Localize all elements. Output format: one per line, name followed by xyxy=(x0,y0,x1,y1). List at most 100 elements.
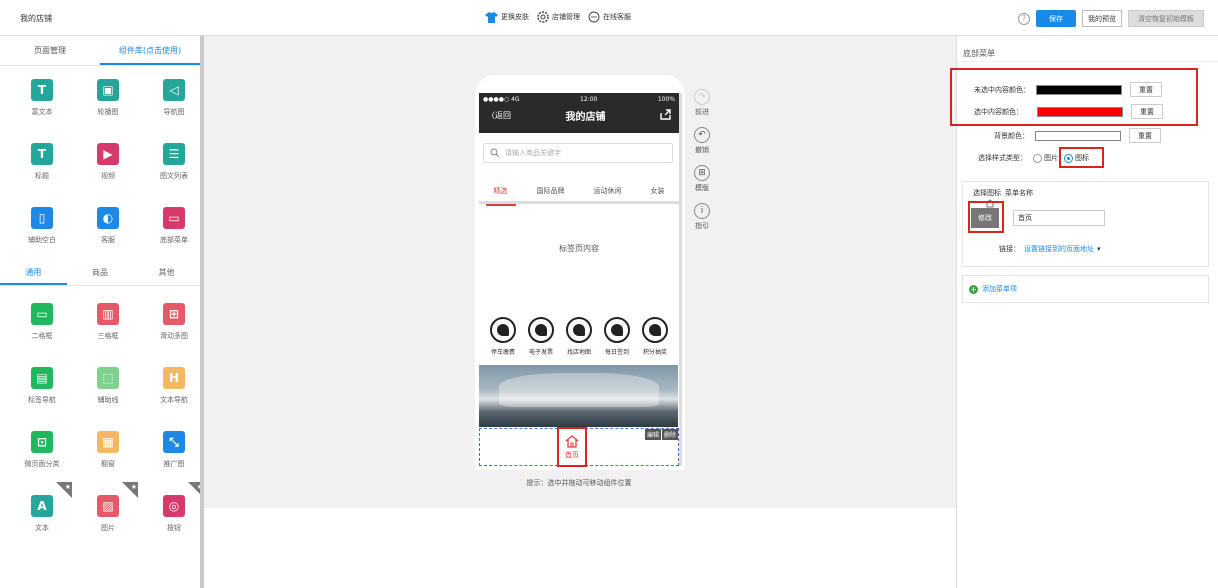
component-icon: ◎ xyxy=(163,495,185,517)
component-icon: ▯ xyxy=(31,207,53,229)
common-component-item[interactable]: ⊞ 滑动多图 xyxy=(142,290,200,354)
common-component-item[interactable]: ▥ 三格框 xyxy=(76,290,140,354)
chat-icon xyxy=(588,11,600,23)
phone-icon-nav: 停车缴费 电子发票 找店地图 每日签到 积分抽奖 xyxy=(484,317,674,356)
component-item[interactable]: ☰ 图文列表 xyxy=(142,130,200,194)
common-component-item[interactable]: ▦ 橱窗 xyxy=(76,418,140,482)
undo-button[interactable]: ↶ 撤销 xyxy=(694,127,710,155)
battery-text: 100% xyxy=(657,96,675,103)
tab-component-library[interactable]: 组件库(点击使用) xyxy=(100,36,200,65)
phone-search-input[interactable]: 请输入商品关键字 xyxy=(483,143,673,163)
template-label: 模版 xyxy=(695,184,709,192)
template-button[interactable]: ⊞ 模版 xyxy=(694,165,710,193)
undo-icon: ↶ xyxy=(694,127,710,143)
change-skin-button[interactable]: 更换皮肤 xyxy=(485,11,529,23)
component-icon: ▭ xyxy=(163,207,185,229)
share-icon[interactable] xyxy=(660,109,671,122)
add-menu-item-button[interactable]: + 添加菜单项 xyxy=(962,275,1209,303)
component-icon: ◁ xyxy=(163,79,185,101)
save-button[interactable]: 保存 xyxy=(1036,10,1076,27)
component-label: 轮播图 xyxy=(97,108,119,116)
tab-page-manage[interactable]: 页面管理 xyxy=(0,36,100,65)
tab-goods[interactable]: 商品 xyxy=(67,260,134,285)
cat-icon xyxy=(490,317,516,343)
guide-label: 指引 xyxy=(695,222,709,230)
delete-component-button[interactable]: 删除 xyxy=(661,429,678,440)
component-edit-actions: 编辑 删除 xyxy=(644,429,678,440)
bg-color-row: 背景颜色： 重置 xyxy=(994,128,1161,143)
help-icon[interactable]: ? xyxy=(1018,12,1030,25)
common-component-item[interactable]: ▨ 图片 ★ xyxy=(76,482,140,546)
common-component-item[interactable]: ⤡ 推广图 xyxy=(142,418,200,482)
component-item[interactable]: ▶ 视频 xyxy=(76,130,140,194)
common-component-item[interactable]: H 文本导航 xyxy=(142,354,200,418)
component-item[interactable]: T 标题 xyxy=(10,130,74,194)
phone-tab-nav: 精选 国际品牌 运动休闲 女装 xyxy=(479,180,679,206)
phone-tab-featured[interactable]: 精选 xyxy=(485,180,516,206)
bg-color-label: 背景颜色： xyxy=(994,131,1029,140)
undo-label: 撤销 xyxy=(695,146,709,154)
cat-icon xyxy=(604,317,630,343)
icon-nav-label: 电子发票 xyxy=(528,349,553,356)
plus-icon: + xyxy=(969,284,978,294)
common-component-item[interactable]: ◎ 按钮 ★ xyxy=(142,482,203,546)
online-service-button[interactable]: 在线客服 xyxy=(588,11,631,23)
bottom-menu-home-item[interactable]: 首页 xyxy=(557,427,587,467)
component-item[interactable]: T 富文本 xyxy=(10,66,74,130)
component-item[interactable]: ▯ 辅助空白 xyxy=(10,194,74,258)
common-component-item[interactable]: A 文本 ★ xyxy=(10,482,74,546)
icon-nav-item[interactable]: 每日签到 xyxy=(598,317,636,356)
reset-bg-button[interactable]: 重置 xyxy=(1129,128,1161,143)
caret-down-icon[interactable]: ▾ xyxy=(1097,245,1101,253)
edit-component-button[interactable]: 编辑 xyxy=(644,429,661,440)
highlight-style-box xyxy=(1059,147,1104,168)
guide-button[interactable]: i 指引 xyxy=(694,203,710,231)
icon-nav-item[interactable]: 停车缴费 xyxy=(484,317,522,356)
icon-nav-item[interactable]: 找店地图 xyxy=(560,317,598,356)
phone-tab-sports[interactable]: 运动休闲 xyxy=(594,180,622,201)
phone-tab-women[interactable]: 女装 xyxy=(651,180,665,201)
component-item[interactable]: ▭ 底部菜单 xyxy=(142,194,200,258)
icon-nav-label: 停车缴费 xyxy=(490,349,515,356)
component-label: 推广图 xyxy=(163,460,185,468)
phone-scrollbar[interactable] xyxy=(679,93,682,466)
icon-nav-item[interactable]: 电子发票 xyxy=(522,317,560,356)
canvas-footer xyxy=(204,508,956,588)
star-icon: ★ xyxy=(64,483,71,491)
style-type-label: 选择样式类型： xyxy=(978,154,1027,162)
bottom-menu-component[interactable]: 编辑 删除 首页 xyxy=(479,427,679,467)
tab-other[interactable]: 其他 xyxy=(133,260,200,285)
menu-item-header: 选择图标 菜单名称 xyxy=(973,188,1033,198)
phone-tab-intl-brand[interactable]: 国际品牌 xyxy=(537,180,565,201)
banner-image[interactable] xyxy=(479,365,678,427)
style-image-radio[interactable] xyxy=(1033,153,1042,163)
clear-reset-button[interactable]: 清空恢复初始模板 xyxy=(1128,10,1204,27)
component-item[interactable]: ▣ 轮播图 xyxy=(76,66,140,130)
component-label: 三格框 xyxy=(97,332,119,340)
component-icon: ⊞ xyxy=(163,303,185,325)
link-select[interactable]: 设置链接到的页面地址 xyxy=(1024,244,1094,254)
icon-nav-item[interactable]: 积分抽奖 xyxy=(636,317,674,356)
common-component-item[interactable]: ⊡ 微页面分类 xyxy=(10,418,74,482)
shop-manage-button[interactable]: 店铺管理 xyxy=(537,11,580,23)
icon-nav-label: 找店地图 xyxy=(566,349,591,356)
redo-icon: ↷ xyxy=(694,89,710,105)
preview-button[interactable]: 我的预览 xyxy=(1082,10,1122,27)
signal-text: ●●●●○ 4G xyxy=(483,96,520,103)
bg-color-picker[interactable] xyxy=(1035,130,1121,141)
menu-name-input[interactable]: 首页 xyxy=(1013,210,1105,226)
common-component-item[interactable]: ▭ 二格框 xyxy=(10,290,74,354)
back-button[interactable]: 〈返回 xyxy=(487,110,511,121)
component-item[interactable]: ◐ 客服 xyxy=(76,194,140,258)
tab-common[interactable]: 通用 xyxy=(0,260,67,285)
component-item[interactable]: ◁ 导航图 xyxy=(142,66,200,130)
tab-content-text: 标签页内容 xyxy=(559,244,599,253)
common-component-item[interactable]: ⬚ 辅助线 xyxy=(76,354,140,418)
star-icon: ★ xyxy=(196,483,203,491)
component-icon: ◐ xyxy=(97,207,119,229)
component-icon: ⤡ xyxy=(163,431,185,453)
highlight-modify-box xyxy=(968,201,1004,233)
panel-title: 底部菜单 xyxy=(957,36,1218,62)
redo-button[interactable]: ↷ 前进 xyxy=(694,89,710,117)
common-component-item[interactable]: ▤ 标签导航 xyxy=(10,354,74,418)
